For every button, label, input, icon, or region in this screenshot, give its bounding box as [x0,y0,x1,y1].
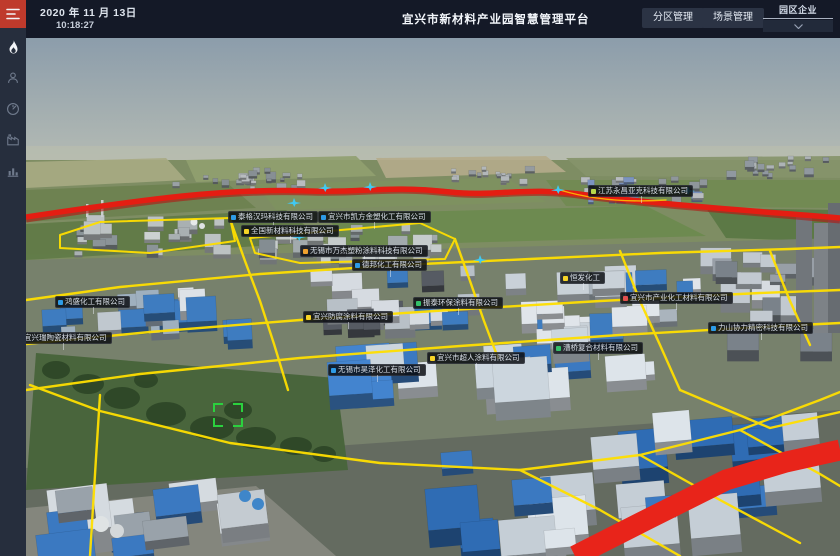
label-leader-line [641,196,642,203]
company-marker-icon [58,300,63,305]
company-label-text: 全国新材料科技有限公司 [251,226,334,236]
company-label-text: 漕桥复合材料有限公司 [563,343,638,353]
company-label-text: 鸿盛化工有限公司 [65,297,125,307]
bracket-corner [213,418,223,427]
time-display: 10:18:27 [56,20,94,31]
company-label-text: 无锡市昊泽化工有限公司 [338,365,421,375]
company-marker-icon [231,215,236,220]
company-marker-icon [303,249,308,254]
bracket-corner [233,403,243,412]
gauge-icon [6,102,20,116]
chevron-down-icon [794,24,803,29]
sidebar-item-personnel[interactable] [0,66,26,90]
company-label[interactable]: 无锡市昊泽化工有限公司 [328,364,426,376]
scene-manage-button[interactable]: 场景管理 [702,8,764,28]
company-label[interactable]: 宜兴市凯方金塑化工有限公司 [318,211,431,223]
company-label-text: 力山协力精密科技有限公司 [718,323,808,333]
date-display: 2020 年 11 月 13日 [40,5,137,20]
company-marker-icon [430,356,435,361]
sidebar [0,0,26,556]
company-label[interactable]: 江苏永昌亚克科技有限公司 [588,185,693,197]
company-label[interactable]: 鸿盛化工有限公司 [55,296,130,308]
company-label[interactable]: 宜兴瑞陶瓷材料有限公司 [26,332,112,344]
bar-chart-icon [6,164,20,178]
company-label[interactable]: 宜兴防腐涂料有限公司 [303,311,393,323]
label-leader-line [598,353,599,360]
screen: 2020 年 11 月 13日 10:18:27 宜兴市新材料产业园智慧管理平台… [0,0,840,556]
label-leader-line [676,303,677,310]
label-leader-line [458,308,459,315]
flame-icon [7,40,20,55]
company-label-text: 振泰环保涂料有限公司 [423,298,498,308]
company-marker-icon [244,229,249,234]
hamburger-icon [6,8,20,20]
company-label[interactable]: 漕桥复合材料有限公司 [553,342,643,354]
company-label-text: 泰格汉玛科技有限公司 [238,212,313,222]
company-marker-icon [306,315,311,320]
sidebar-item-monitor[interactable] [0,97,26,121]
company-label[interactable]: 泰格汉玛科技有限公司 [228,211,318,223]
label-leader-line [390,270,391,277]
divider [763,18,833,19]
label-leader-line [63,343,64,350]
company-label[interactable]: 全国新材料科技有限公司 [241,225,339,237]
company-label[interactable]: 恒发化工 [560,272,605,284]
bracket-corner [213,403,223,412]
company-marker-icon [563,276,568,281]
sidebar-item-factory[interactable] [0,128,26,152]
company-label-text: 宜兴市凯方金塑化工有限公司 [328,212,426,222]
company-marker-icon [355,263,360,268]
label-leader-line [93,307,94,314]
company-label-text: 恒发化工 [570,273,600,283]
worker-icon [6,71,20,85]
company-label-text: 德邦化工有限公司 [362,260,422,270]
label-leader-line [583,283,584,290]
label-leader-line [374,222,375,229]
company-label[interactable]: 宜兴市超人涂料有限公司 [427,352,525,364]
sidebar-item-fire[interactable] [0,35,26,59]
company-marker-icon [591,189,596,194]
company-label[interactable]: 振泰环保涂料有限公司 [413,297,503,309]
company-marker-icon [623,296,628,301]
company-label[interactable]: 力山协力精密科技有限公司 [708,322,813,334]
label-leader-line [377,375,378,382]
company-label-text: 无锡市万杰塑粉涂料科技有限公司 [310,246,423,256]
bracket-corner [233,418,243,427]
enterprise-dropdown-toggle[interactable] [763,20,833,32]
selection-brackets [213,403,243,427]
label-leader-line [290,236,291,243]
top-bar: 2020 年 11 月 13日 10:18:27 宜兴市新材料产业园智慧管理平台… [26,0,840,38]
map-3d-view[interactable]: 泰格汉玛科技有限公司 宜兴市凯方金塑化工有限公司全国新材料科技有限公司无锡市万杰塑… [26,38,840,556]
enterprise-dropdown-label: 园区企业 [763,3,833,16]
company-marker-icon [321,215,326,220]
company-marker-icon [416,301,421,306]
company-marker-icon [556,346,561,351]
company-label-text: 宜兴市产业化工材料有限公司 [630,293,728,303]
company-label-text: 宜兴市超人涂料有限公司 [437,353,520,363]
company-label[interactable]: 无锡市万杰塑粉涂料科技有限公司 [300,245,428,257]
company-label-text: 宜兴防腐涂料有限公司 [313,312,388,322]
company-label[interactable]: 宜兴市产业化工材料有限公司 [620,292,733,304]
label-leader-line [476,363,477,370]
enterprise-dropdown[interactable]: 园区企业 [763,3,833,32]
company-marker-icon [331,368,336,373]
company-label-text: 江苏永昌亚克科技有限公司 [598,186,688,196]
company-label-text: 宜兴瑞陶瓷材料有限公司 [26,333,107,343]
sidebar-item-statistics[interactable] [0,159,26,183]
label-leader-line [761,333,762,340]
label-leader-line [348,322,349,329]
hamburger-menu-button[interactable] [0,0,26,28]
zone-manage-button[interactable]: 分区管理 [642,8,704,28]
factory-icon [6,133,20,147]
page-title: 宜兴市新材料产业园智慧管理平台 [402,11,590,27]
company-label[interactable]: 德邦化工有限公司 [352,259,427,271]
company-marker-icon [711,326,716,331]
